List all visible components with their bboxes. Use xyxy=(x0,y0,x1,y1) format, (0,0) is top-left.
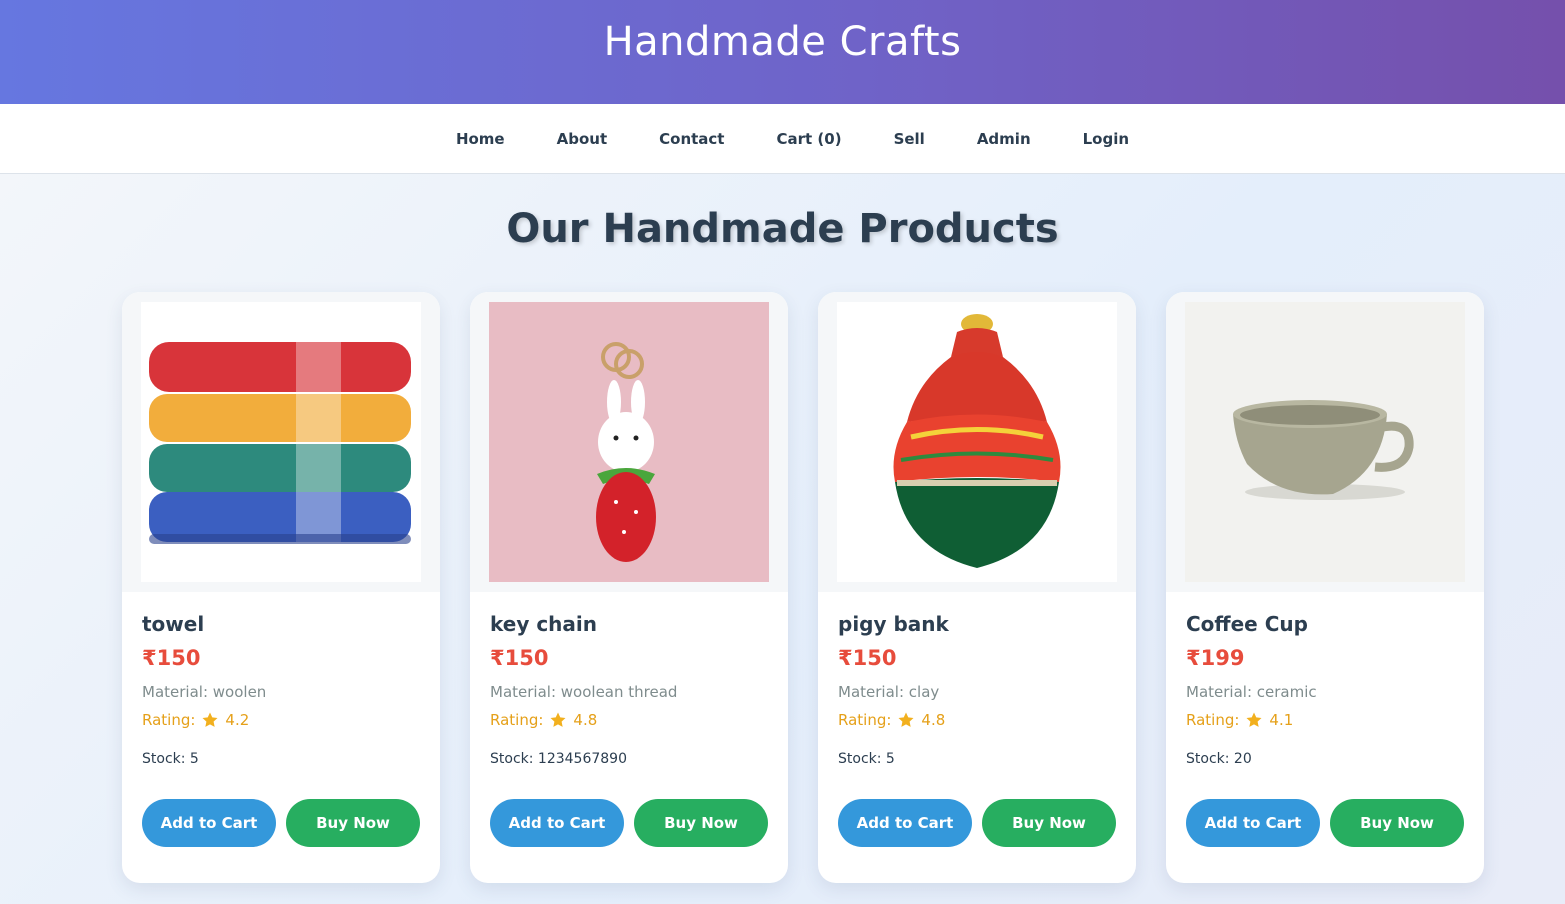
product-stock: Stock: 20 xyxy=(1186,751,1464,767)
material-label: Material: xyxy=(838,683,904,701)
card-actions: Add to Cart Buy Now xyxy=(490,799,768,847)
stock-value: 1234567890 xyxy=(537,751,627,767)
add-to-cart-button[interactable]: Add to Cart xyxy=(142,799,276,847)
site-header: Handmade Crafts xyxy=(0,0,1565,104)
product-image-frame xyxy=(818,292,1136,592)
product-name: Coffee Cup xyxy=(1186,612,1308,636)
nav-about[interactable]: About xyxy=(557,130,608,148)
rating-label: Rating: xyxy=(838,711,892,729)
material-label: Material: xyxy=(142,683,208,701)
add-to-cart-button[interactable]: Add to Cart xyxy=(838,799,972,847)
star-icon xyxy=(898,712,914,727)
product-rating: Rating: 4.8 xyxy=(490,711,768,729)
card-actions: Add to Cart Buy Now xyxy=(838,799,1116,847)
product-stock: Stock: 5 xyxy=(838,751,1116,767)
card-actions: Add to Cart Buy Now xyxy=(1186,799,1464,847)
main-navbar: Home About Contact Cart (0) Sell Admin L… xyxy=(0,104,1565,174)
stock-value: 20 xyxy=(1233,751,1252,767)
material-label: Material: xyxy=(1186,683,1252,701)
stock-label: Stock: xyxy=(490,751,534,767)
stock-value: 5 xyxy=(189,751,199,767)
product-stock: Stock: 1234567890 xyxy=(490,751,768,767)
product-material: Material: clay xyxy=(838,683,1116,701)
product-rating: Rating: 4.1 xyxy=(1186,711,1464,729)
page-heading: Our Handmade Products xyxy=(506,206,1059,252)
nav-home[interactable]: Home xyxy=(456,130,505,148)
coffee-cup-image xyxy=(1185,302,1465,582)
card-actions: Add to Cart Buy Now xyxy=(142,799,420,847)
product-stock: Stock: 5 xyxy=(142,751,420,767)
product-card-pigy-bank: pigy bank ₹150 Material: clay Rating: 4.… xyxy=(818,292,1136,883)
pigy-bank-image xyxy=(837,302,1117,582)
buy-now-button[interactable]: Buy Now xyxy=(982,799,1116,847)
product-rating: Rating: 4.8 xyxy=(838,711,1116,729)
site-title: Handmade Crafts xyxy=(603,19,962,65)
stock-label: Stock: xyxy=(1186,751,1230,767)
product-material: Material: woolean thread xyxy=(490,683,768,701)
product-name: pigy bank xyxy=(838,612,949,636)
product-material: Material: ceramic xyxy=(1186,683,1464,701)
nav-login[interactable]: Login xyxy=(1083,130,1129,148)
stock-label: Stock: xyxy=(838,751,882,767)
rating-value: 4.8 xyxy=(921,711,946,729)
buy-now-button[interactable]: Buy Now xyxy=(634,799,768,847)
product-price: ₹150 xyxy=(142,646,201,670)
rating-label: Rating: xyxy=(142,711,196,729)
material-value: ceramic xyxy=(1256,683,1317,701)
material-value: woolen xyxy=(212,683,267,701)
add-to-cart-button[interactable]: Add to Cart xyxy=(1186,799,1320,847)
product-price: ₹150 xyxy=(838,646,897,670)
product-price: ₹199 xyxy=(1186,646,1245,670)
product-name: key chain xyxy=(490,612,598,636)
material-label: Material: xyxy=(490,683,556,701)
rating-value: 4.1 xyxy=(1269,711,1294,729)
key-chain-image xyxy=(489,302,769,582)
nav-admin[interactable]: Admin xyxy=(977,130,1031,148)
star-icon xyxy=(202,712,218,727)
product-grid: towel ₹150 Material: woolen Rating: 4.2 … xyxy=(122,292,1484,883)
product-image-frame xyxy=(122,292,440,592)
product-card-coffee-cup: Coffee Cup ₹199 Material: ceramic Rating… xyxy=(1166,292,1484,883)
rating-value: 4.8 xyxy=(573,711,598,729)
star-icon xyxy=(1246,712,1262,727)
rating-value: 4.2 xyxy=(225,711,250,729)
towel-image xyxy=(141,302,421,582)
rating-label: Rating: xyxy=(490,711,544,729)
product-material: Material: woolen xyxy=(142,683,420,701)
product-card-towel: towel ₹150 Material: woolen Rating: 4.2 … xyxy=(122,292,440,883)
product-rating: Rating: 4.2 xyxy=(142,711,420,729)
nav-cart[interactable]: Cart (0) xyxy=(776,130,841,148)
product-image-frame xyxy=(470,292,788,592)
material-value: clay xyxy=(908,683,940,701)
product-card-key-chain: key chain ₹150 Material: woolean thread … xyxy=(470,292,788,883)
nav-sell[interactable]: Sell xyxy=(894,130,925,148)
product-name: towel xyxy=(142,612,205,636)
buy-now-button[interactable]: Buy Now xyxy=(286,799,420,847)
product-image-frame xyxy=(1166,292,1484,592)
buy-now-button[interactable]: Buy Now xyxy=(1330,799,1464,847)
nav-contact[interactable]: Contact xyxy=(659,130,724,148)
star-icon xyxy=(550,712,566,727)
stock-label: Stock: xyxy=(142,751,186,767)
product-price: ₹150 xyxy=(490,646,549,670)
stock-value: 5 xyxy=(885,751,895,767)
material-value: woolean thread xyxy=(560,683,678,701)
rating-label: Rating: xyxy=(1186,711,1240,729)
add-to-cart-button[interactable]: Add to Cart xyxy=(490,799,624,847)
